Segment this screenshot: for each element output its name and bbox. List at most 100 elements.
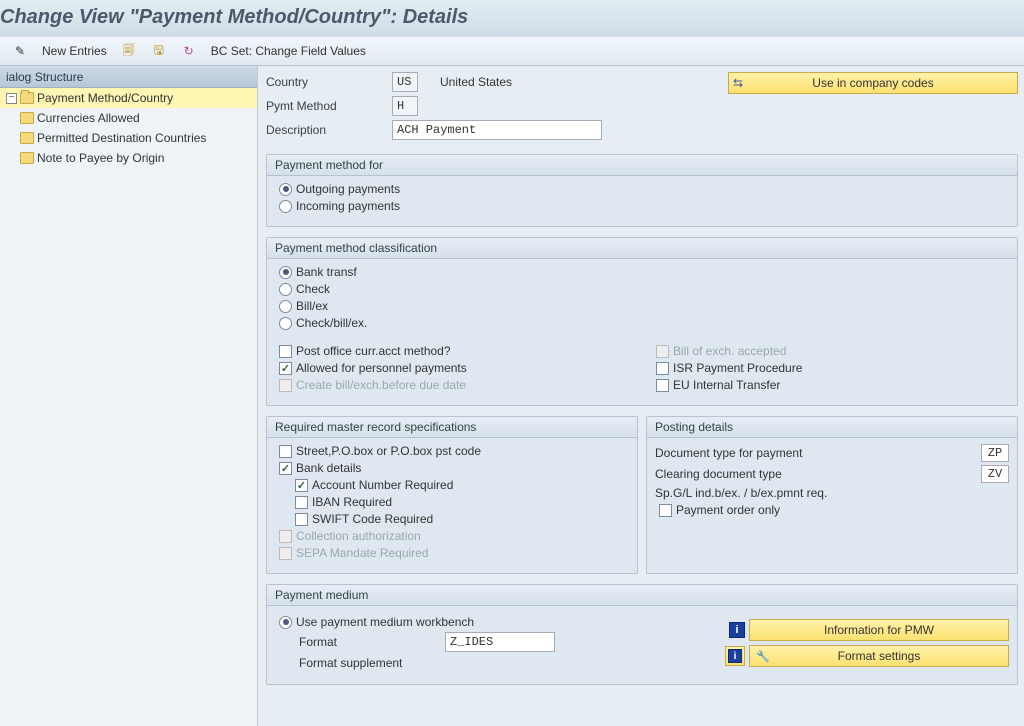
check-eu[interactable] <box>656 379 669 392</box>
country-code-display: US <box>392 72 418 92</box>
use-company-codes-button[interactable]: ⇆ Use in company codes <box>728 72 1018 94</box>
check-iban[interactable] <box>295 496 308 509</box>
check-label: Payment order only <box>676 503 780 517</box>
check-bank-details[interactable] <box>279 462 292 475</box>
radio-workbench[interactable] <box>279 616 292 629</box>
radio-incoming-label: Incoming payments <box>296 199 400 213</box>
toolbar: ✎ New Entries 🗐 🖫 ↻ BC Set: Change Field… <box>0 37 1024 66</box>
check-createbill <box>279 379 292 392</box>
payment-medium-group: Payment medium Use payment medium workbe… <box>266 584 1018 685</box>
info-icon[interactable]: i <box>729 622 745 638</box>
format-input[interactable]: Z_IDES <box>445 632 555 652</box>
info-pmw-button[interactable]: Information for PMW <box>749 619 1009 641</box>
refresh-icon: ↻ <box>181 43 197 59</box>
collapse-icon[interactable]: − <box>6 93 17 104</box>
check-label: IBAN Required <box>312 495 392 509</box>
clearing-input[interactable]: ZV <box>981 465 1009 483</box>
btn-label: Information for PMW <box>824 623 934 637</box>
check-label: EU Internal Transfer <box>673 378 780 392</box>
tree-child-notepayee[interactable]: Note to Payee by Origin <box>0 148 257 168</box>
description-input[interactable]: ACH Payment <box>392 120 602 140</box>
radio-label: Check <box>296 282 330 296</box>
group-title: Payment medium <box>267 585 1017 606</box>
main-area: ialog Structure − Payment Method/Country… <box>0 66 1024 726</box>
check-swift[interactable] <box>295 513 308 526</box>
payment-method-for-group: Payment method for Outgoing payments Inc… <box>266 154 1018 227</box>
dialog-structure-pane: ialog Structure − Payment Method/Country… <box>0 66 258 726</box>
radio-label: Bill/ex <box>296 299 328 313</box>
folder-icon <box>20 132 34 144</box>
description-label: Description <box>266 123 386 137</box>
pymt-method-label: Pymt Method <box>266 99 386 113</box>
folder-open-icon <box>20 92 34 104</box>
pencil-icon: ✎ <box>12 43 28 59</box>
check-label: SEPA Mandate Required <box>296 546 429 560</box>
new-entries-button[interactable]: New Entries <box>38 42 111 60</box>
detail-pane: Country US United States Pymt Method H D… <box>258 66 1024 726</box>
group-title: Payment method for <box>267 155 1017 176</box>
check-street[interactable] <box>279 445 292 458</box>
group-title: Payment method classification <box>267 238 1017 259</box>
radio-bank-transf[interactable] <box>279 266 292 279</box>
check-label: ISR Payment Procedure <box>673 361 802 375</box>
check-label: Create bill/exch.before due date <box>296 378 466 392</box>
tree-child-currencies[interactable]: Currencies Allowed <box>0 108 257 128</box>
posting-details-group: Posting details Document type for paymen… <box>646 416 1018 574</box>
pencil-icon-button[interactable]: ✎ <box>8 41 32 61</box>
tree-child-destinations[interactable]: Permitted Destination Countries <box>0 128 257 148</box>
required-master-record-group: Required master record specifications St… <box>266 416 638 574</box>
check-label: Bank details <box>296 461 361 475</box>
use-company-label: Use in company codes <box>812 76 933 90</box>
check-label: Allowed for personnel payments <box>296 361 467 375</box>
group-title: Posting details <box>647 417 1017 438</box>
group-title: Required master record specifications <box>267 417 637 438</box>
check-billaccepted <box>656 345 669 358</box>
radio-label: Check/bill/ex. <box>296 316 367 330</box>
check-label: Account Number Required <box>312 478 453 492</box>
tree-child-label: Note to Payee by Origin <box>37 151 164 165</box>
arrow-icon: ⇆ <box>733 76 743 90</box>
radio-label: Bank transf <box>296 265 357 279</box>
format-settings-button[interactable]: 🔧 Format settings <box>749 645 1009 667</box>
btn-label: Format settings <box>838 649 921 663</box>
check-label: Post office curr.acct method? <box>296 344 451 358</box>
radio-billex[interactable] <box>279 300 292 313</box>
check-label: SWIFT Code Required <box>312 512 433 526</box>
check-account-number[interactable] <box>295 479 308 492</box>
window-title: Change View "Payment Method/Country": De… <box>0 0 1024 37</box>
tree-root-label: Payment Method/Country <box>37 91 173 105</box>
radio-check[interactable] <box>279 283 292 296</box>
doctype-input[interactable]: ZP <box>981 444 1009 462</box>
doctype-label: Document type for payment <box>655 446 981 460</box>
tree-root-node[interactable]: − Payment Method/Country <box>0 88 257 108</box>
pymt-method-display: H <box>392 96 418 116</box>
check-label: Collection authorization <box>296 529 421 543</box>
bcset-button[interactable]: BC Set: Change Field Values <box>207 42 370 60</box>
save-icon-button[interactable]: 🖫 <box>147 41 171 61</box>
clearing-label: Clearing document type <box>655 467 981 481</box>
payment-method-classification-group: Payment method classification Bank trans… <box>266 237 1018 406</box>
radio-incoming[interactable] <box>279 200 292 213</box>
save-icon: 🖫 <box>151 43 167 59</box>
radio-checkbillex[interactable] <box>279 317 292 330</box>
folder-icon <box>20 112 34 124</box>
settings-icon: 🔧 <box>756 650 770 663</box>
radio-outgoing[interactable] <box>279 183 292 196</box>
check-label: Bill of exch. accepted <box>673 344 786 358</box>
check-postoffice[interactable] <box>279 345 292 358</box>
folder-icon <box>20 152 34 164</box>
check-collection <box>279 530 292 543</box>
check-isr[interactable] <box>656 362 669 375</box>
radio-outgoing-label: Outgoing payments <box>296 182 400 196</box>
info-format-button[interactable]: i <box>725 646 745 666</box>
copy-icon-button[interactable]: 🗐 <box>117 41 141 61</box>
format-label: Format <box>299 635 439 649</box>
refresh-icon-button[interactable]: ↻ <box>177 41 201 61</box>
check-personnel[interactable] <box>279 362 292 375</box>
check-payment-order-only[interactable] <box>659 504 672 517</box>
format-suppl-label: Format supplement <box>299 656 439 670</box>
radio-label: Use payment medium workbench <box>296 615 474 629</box>
info-icon: i <box>728 649 742 663</box>
copy-icon: 🗐 <box>121 43 137 59</box>
tree-header: ialog Structure <box>0 66 257 88</box>
